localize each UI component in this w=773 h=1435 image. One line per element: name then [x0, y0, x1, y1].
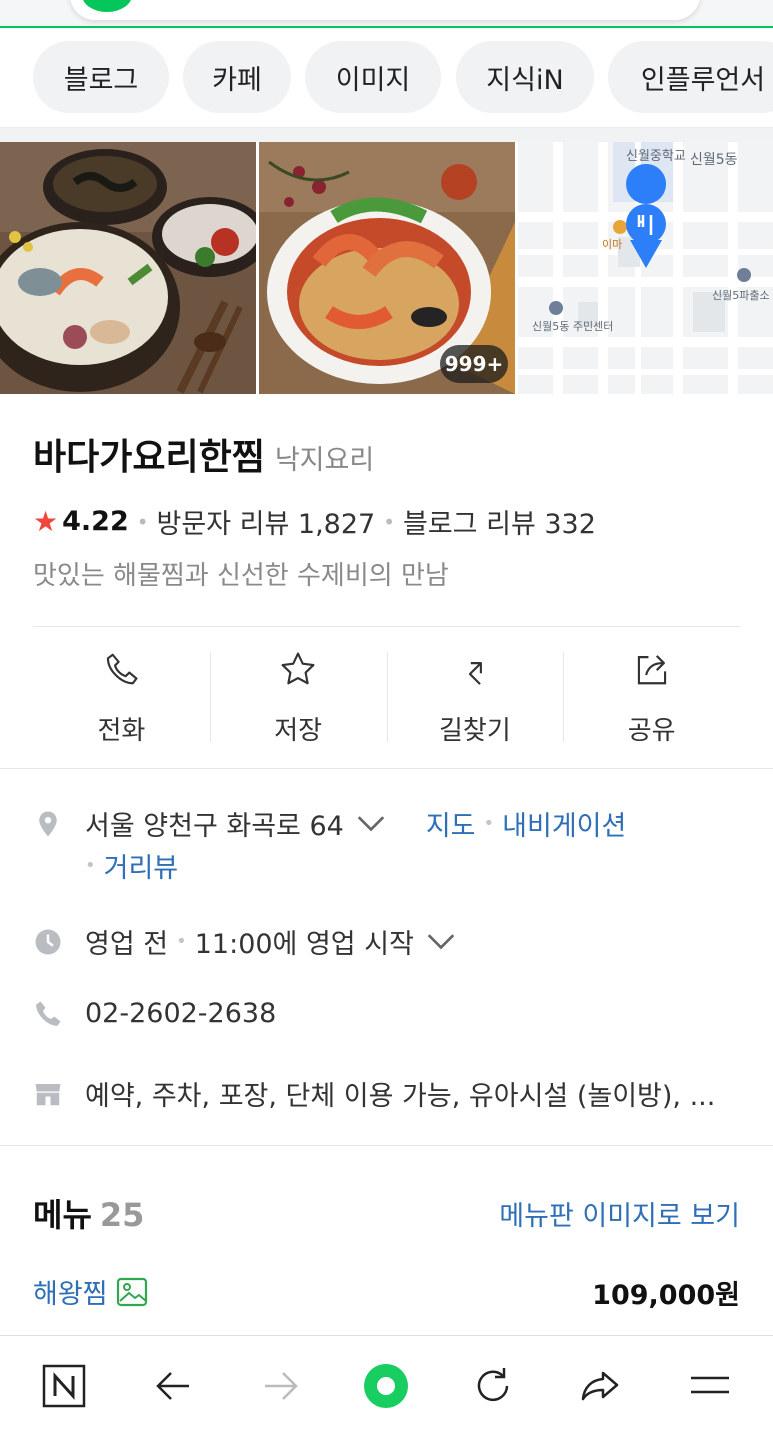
category-chips: 블로그 카페 이미지 지식iN 인플루언서 [0, 28, 773, 128]
save-button[interactable]: 저장 [209, 640, 387, 755]
section-gap [0, 128, 773, 142]
place-title-row: 바다가요리한찜 낙지요리 [33, 428, 374, 480]
browser-bottom-nav [0, 1335, 773, 1435]
chip-blog[interactable]: 블로그 [33, 41, 169, 113]
action-bar: 전화 저장 길찾기 공유 [33, 640, 740, 755]
forward-button[interactable] [250, 1356, 310, 1416]
place-category: 낙지요리 [274, 445, 375, 476]
map-thumbnail[interactable]: 신월중학교 신월5동 이마 신월5파출소 신월5동 주민센터 [518, 142, 773, 394]
place-name: 바다가요리한찜 [33, 437, 265, 478]
chip-influencer[interactable]: 인플루언서 [608, 41, 773, 113]
share-arrow-icon [581, 1371, 619, 1401]
arrow-left-icon [156, 1372, 189, 1400]
menu-header: 메뉴 25 [33, 1190, 144, 1236]
green-dot-button[interactable] [356, 1356, 416, 1416]
share-button[interactable]: 공유 [563, 640, 740, 755]
share-icon [637, 655, 666, 685]
map-label-police: 신월5파출소 [712, 289, 770, 302]
rating-row: ★ 4.22 • 방문자 리뷰 1,827 • 블로그 리뷰 332 [33, 502, 596, 541]
amenities-text[interactable]: 예약, 주차, 포장, 단체 이용 가능, 유아시설 (놀이방), ... [85, 1074, 715, 1113]
menu-button[interactable] [680, 1356, 740, 1416]
photo-strip: 신월중학교 신월5동 이마 신월5파출소 신월5동 주민센터 [0, 142, 773, 394]
rating-value: 4.22 [62, 506, 129, 537]
map-label-center: 신월5동 주민센터 [532, 320, 613, 333]
save-label: 저장 [274, 716, 323, 746]
phone-icon [36, 1001, 61, 1026]
back-button[interactable] [144, 1356, 204, 1416]
address-row: 서울 양천구 화곡로 64 지도 • 내비게이션 [33, 804, 626, 843]
naver-home-button[interactable] [34, 1356, 94, 1416]
navigation-link[interactable]: 내비게이션 [502, 804, 626, 843]
map-label-dong: 신월5동 [690, 152, 738, 168]
chevron-down-icon[interactable] [356, 809, 386, 839]
chip-kin[interactable]: 지식iN [456, 41, 594, 113]
separator-dot: • [85, 855, 96, 876]
search-input[interactable] [70, 0, 700, 20]
address-text[interactable]: 서울 양천구 화곡로 64 [85, 804, 344, 843]
divider [0, 768, 773, 769]
map-link[interactable]: 지도 [426, 804, 476, 843]
naver-n-icon [42, 1364, 86, 1408]
rating-star-icon: ★ [33, 505, 59, 538]
chevron-down-icon[interactable] [426, 927, 456, 957]
store-icon [35, 1083, 61, 1105]
separator-dot: • [383, 509, 395, 534]
share-label: 공유 [627, 716, 676, 746]
clock-icon [35, 929, 61, 954]
visitor-reviews-link[interactable]: 방문자 리뷰 1,827 [157, 502, 376, 541]
arrow-right-icon [265, 1372, 298, 1400]
menu-item[interactable]: 해왕찜 [33, 1272, 148, 1311]
amenities-row: 예약, 주차, 포장, 단체 이용 가능, 유아시설 (놀이방), ... [33, 1074, 715, 1113]
phone-icon [107, 653, 138, 685]
phone-number[interactable]: 02-2602-2638 [85, 998, 276, 1029]
map-label-school: 신월중학교 [626, 149, 686, 164]
menu-count: 25 [99, 1196, 145, 1234]
phone-row: 02-2602-2638 [33, 998, 276, 1029]
blog-reviews-link[interactable]: 블로그 리뷰 332 [403, 502, 596, 541]
image-icon [116, 1277, 147, 1306]
separator-dot: • [483, 813, 495, 834]
chip-image[interactable]: 이미지 [305, 41, 441, 113]
hours-status: 영업 전 [85, 929, 169, 960]
hours-row: 영업 전 • 11:00에 영업 시작 [33, 922, 478, 961]
chip-cafe[interactable]: 카페 [183, 41, 291, 113]
directions-label: 길찾기 [438, 716, 511, 746]
divider [33, 626, 740, 627]
menu-item-name: 해왕찜 [33, 1279, 108, 1310]
divider [0, 1145, 773, 1146]
menu-item-price: 109,000원 [592, 1280, 740, 1311]
separator-dot: • [176, 931, 187, 952]
food-photo-1[interactable] [0, 142, 256, 394]
hamburger-menu-icon [691, 1376, 729, 1394]
place-description: 맛있는 해물찜과 신선한 수제비의 만남 [33, 561, 449, 591]
refresh-button[interactable] [463, 1356, 523, 1416]
location-pin-icon [39, 811, 57, 836]
separator-dot: • [136, 509, 149, 534]
streetview-link[interactable]: 거리뷰 [104, 846, 179, 885]
call-button[interactable]: 전화 [33, 640, 210, 755]
streetview-row: • 거리뷰 [85, 846, 178, 885]
more-photos-badge[interactable]: 999+ [440, 345, 508, 383]
menu-title: 메뉴 [33, 1196, 92, 1234]
menu-board-link[interactable]: 메뉴판 이미지로 보기 [499, 1194, 740, 1233]
directions-icon [468, 662, 482, 685]
share-button[interactable] [570, 1356, 630, 1416]
search-bar-area [0, 0, 773, 28]
green-dot-icon [364, 1364, 408, 1408]
hours-text[interactable]: 11:00에 영업 시작 [195, 922, 414, 961]
star-icon [281, 652, 315, 685]
directions-button[interactable]: 길찾기 [386, 640, 564, 755]
map-label-mart: 이마 [602, 238, 622, 251]
refresh-icon [477, 1368, 509, 1402]
call-label: 전화 [97, 716, 146, 746]
